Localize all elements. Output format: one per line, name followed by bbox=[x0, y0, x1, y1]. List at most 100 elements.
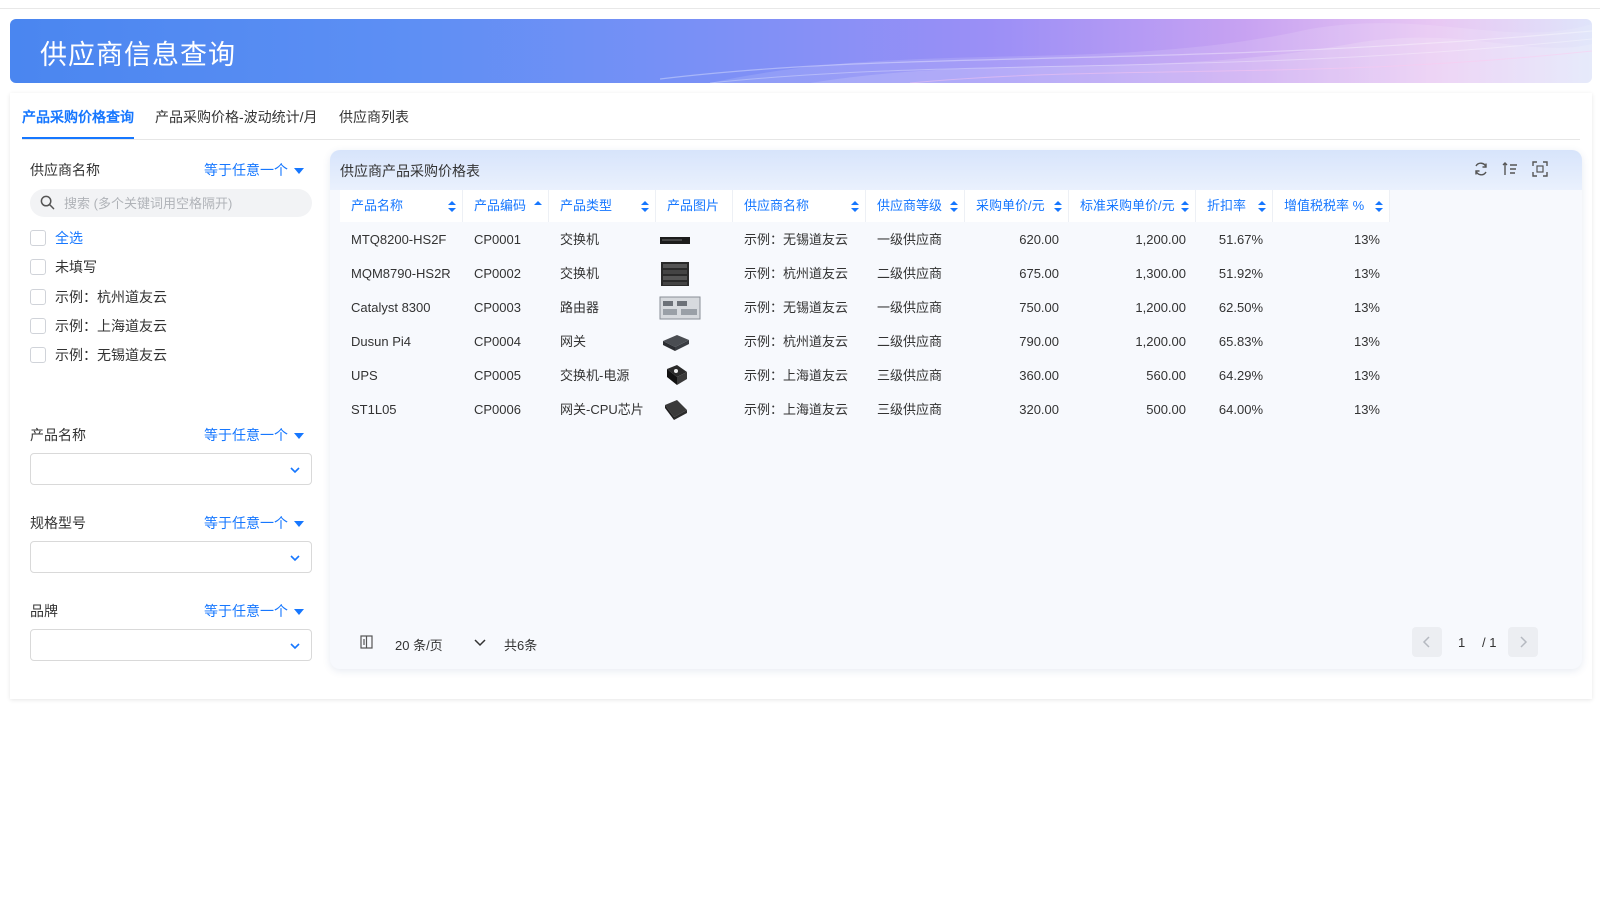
tab-price-fluctuation[interactable]: 产品采购价格-波动统计/月 bbox=[155, 107, 318, 137]
switch-1u-thumbnail[interactable] bbox=[659, 227, 691, 253]
column-header-standard-price[interactable]: 标准采购单价/元 bbox=[1069, 190, 1196, 222]
refresh-icon[interactable] bbox=[1473, 161, 1489, 177]
page-layout-icon[interactable] bbox=[360, 635, 373, 649]
sort-icon[interactable] bbox=[448, 201, 456, 212]
power-module-thumbnail[interactable] bbox=[659, 363, 691, 389]
checkbox[interactable] bbox=[30, 347, 46, 363]
column-header-product-name[interactable]: 产品名称 bbox=[340, 190, 463, 222]
chevron-right-icon bbox=[1520, 636, 1528, 648]
model-filter-label: 规格型号 bbox=[30, 515, 86, 531]
supplier-search-input[interactable] bbox=[64, 193, 304, 213]
supplier-option-label: 示例：上海道友云 bbox=[55, 318, 167, 334]
supplier-option-wuxi[interactable]: 示例：无锡道友云 bbox=[30, 345, 167, 365]
sort-icon[interactable] bbox=[641, 201, 649, 212]
model-filter-operator[interactable]: 等于任意一个 bbox=[204, 513, 304, 533]
cell-product-type: 交换机-电源 bbox=[560, 368, 630, 383]
router-thumbnail[interactable] bbox=[659, 295, 701, 321]
column-header-product-code[interactable]: 产品编码 bbox=[463, 190, 549, 222]
cell-discount-rate: 62.50% bbox=[1218, 300, 1263, 315]
cell-supplier-name: 示例：杭州道友云 bbox=[744, 334, 849, 349]
cell-product-type: 网关-CPU芯片 bbox=[560, 402, 644, 417]
switch-stack-thumbnail[interactable] bbox=[659, 261, 691, 287]
column-header-supplier-level[interactable]: 供应商等级 bbox=[866, 190, 965, 222]
cell-unit-price: 750.00 bbox=[1019, 300, 1059, 315]
table-row[interactable]: UPS CP0005 交换机-电源 示例：上海道友云 三级供应商 360.00 … bbox=[340, 359, 1390, 393]
cell-supplier-level: 三级供应商 bbox=[877, 402, 943, 417]
checkbox[interactable] bbox=[30, 318, 46, 334]
model-select[interactable] bbox=[30, 541, 312, 573]
current-page[interactable]: 1 bbox=[1458, 635, 1465, 650]
sort-icon[interactable] bbox=[1181, 201, 1189, 212]
page-banner: 供应商信息查询 bbox=[10, 19, 1592, 83]
banner-wave-decoration bbox=[659, 23, 1592, 83]
table-row[interactable]: MTQ8200-HS2F CP0001 交换机 示例：无锡道友云 一级供应商 6… bbox=[340, 223, 1390, 257]
brand-filter-operator[interactable]: 等于任意一个 bbox=[204, 601, 304, 621]
product-filter-operator[interactable]: 等于任意一个 bbox=[204, 425, 304, 445]
cell-vat-rate: 13% bbox=[1353, 232, 1380, 247]
column-settings-icon[interactable] bbox=[1502, 161, 1518, 177]
supplier-filter-operator[interactable]: 等于任意一个 bbox=[204, 160, 304, 180]
cell-vat-rate: 13% bbox=[1353, 402, 1380, 417]
gateway-thumbnail[interactable] bbox=[659, 329, 691, 355]
chevron-down-icon bbox=[290, 467, 300, 474]
chevron-down-icon[interactable] bbox=[474, 638, 486, 648]
prev-page-button[interactable] bbox=[1412, 627, 1442, 657]
sort-ascending-icon[interactable] bbox=[534, 201, 542, 212]
next-page-button[interactable] bbox=[1508, 627, 1538, 657]
supplier-option-select-all[interactable]: 全选 bbox=[30, 228, 83, 248]
supplier-filter-label: 供应商名称 bbox=[30, 162, 100, 178]
table-row[interactable]: Catalyst 8300 CP0003 路由器 示例：无锡道友云 一级供应商 … bbox=[340, 291, 1390, 325]
sort-icon[interactable] bbox=[1375, 201, 1383, 212]
column-header-discount-rate[interactable]: 折扣率 bbox=[1196, 190, 1273, 222]
sort-icon[interactable] bbox=[1054, 201, 1062, 212]
cell-product-type: 路由器 bbox=[560, 300, 600, 315]
supplier-option-hangzhou[interactable]: 示例：杭州道友云 bbox=[30, 287, 167, 307]
brand-filter-label: 品牌 bbox=[30, 603, 58, 619]
cell-product-code: CP0004 bbox=[474, 334, 521, 349]
checkbox[interactable] bbox=[30, 259, 46, 275]
sort-icon[interactable] bbox=[851, 201, 859, 212]
cell-standard-price: 1,300.00 bbox=[1135, 266, 1186, 281]
cell-vat-rate: 13% bbox=[1353, 334, 1380, 349]
column-label: 折扣率 bbox=[1207, 198, 1247, 213]
cell-product-type: 网关 bbox=[560, 334, 587, 349]
table-row[interactable]: Dusun Pi4 CP0004 网关 示例：杭州道友云 二级供应商 790.0… bbox=[340, 325, 1390, 359]
fullscreen-icon[interactable] bbox=[1532, 161, 1548, 177]
supplier-option-shanghai[interactable]: 示例：上海道友云 bbox=[30, 316, 167, 336]
cell-product-name: Catalyst 8300 bbox=[351, 300, 431, 315]
sort-icon[interactable] bbox=[1258, 201, 1266, 212]
column-label: 供应商等级 bbox=[877, 198, 943, 213]
column-header-unit-price[interactable]: 采购单价/元 bbox=[965, 190, 1069, 222]
cell-product-code: CP0005 bbox=[474, 368, 521, 383]
page-size-label[interactable]: 20 条/页 bbox=[395, 635, 443, 654]
supplier-option-label: 示例：杭州道友云 bbox=[55, 289, 167, 305]
checkbox[interactable] bbox=[30, 289, 46, 305]
chip-thumbnail[interactable] bbox=[659, 397, 691, 423]
cell-supplier-name: 示例：上海道友云 bbox=[744, 368, 849, 383]
cell-standard-price: 500.00 bbox=[1146, 402, 1186, 417]
caret-down-icon bbox=[294, 521, 304, 528]
tab-supplier-list[interactable]: 供应商列表 bbox=[339, 107, 409, 137]
supplier-option-unfilled[interactable]: 未填写 bbox=[30, 257, 97, 277]
main-panel: 产品采购价格查询 产品采购价格-波动统计/月 供应商列表 供应商名称 等于任意一… bbox=[10, 93, 1592, 699]
cell-product-name: UPS bbox=[351, 368, 378, 383]
brand-select[interactable] bbox=[30, 629, 312, 661]
product-select[interactable] bbox=[30, 453, 312, 485]
cell-unit-price: 320.00 bbox=[1019, 402, 1059, 417]
cell-product-name: MTQ8200-HS2F bbox=[351, 232, 447, 247]
checkbox[interactable] bbox=[30, 230, 46, 246]
tab-price-query[interactable]: 产品采购价格查询 bbox=[22, 107, 134, 139]
cell-standard-price: 1,200.00 bbox=[1135, 334, 1186, 349]
tab-bar: 产品采购价格查询 产品采购价格-波动统计/月 供应商列表 bbox=[22, 93, 1580, 140]
table-row[interactable]: ST1L05 CP0006 网关-CPU芯片 示例：上海道友云 三级供应商 32… bbox=[340, 393, 1390, 427]
cell-supplier-level: 二级供应商 bbox=[877, 266, 943, 281]
product-filter-label: 产品名称 bbox=[30, 427, 86, 443]
cell-supplier-name: 示例：上海道友云 bbox=[744, 402, 849, 417]
table-row[interactable]: MQM8790-HS2R CP0002 交换机 示例：杭州道友云 二级供应商 6… bbox=[340, 257, 1390, 291]
column-header-supplier-name[interactable]: 供应商名称 bbox=[733, 190, 866, 222]
sort-icon[interactable] bbox=[950, 201, 958, 212]
cell-product-code: CP0003 bbox=[474, 300, 521, 315]
chevron-down-icon bbox=[290, 555, 300, 562]
column-header-vat-rate[interactable]: 增值税税率 % bbox=[1273, 190, 1390, 222]
column-header-product-type[interactable]: 产品类型 bbox=[549, 190, 656, 222]
